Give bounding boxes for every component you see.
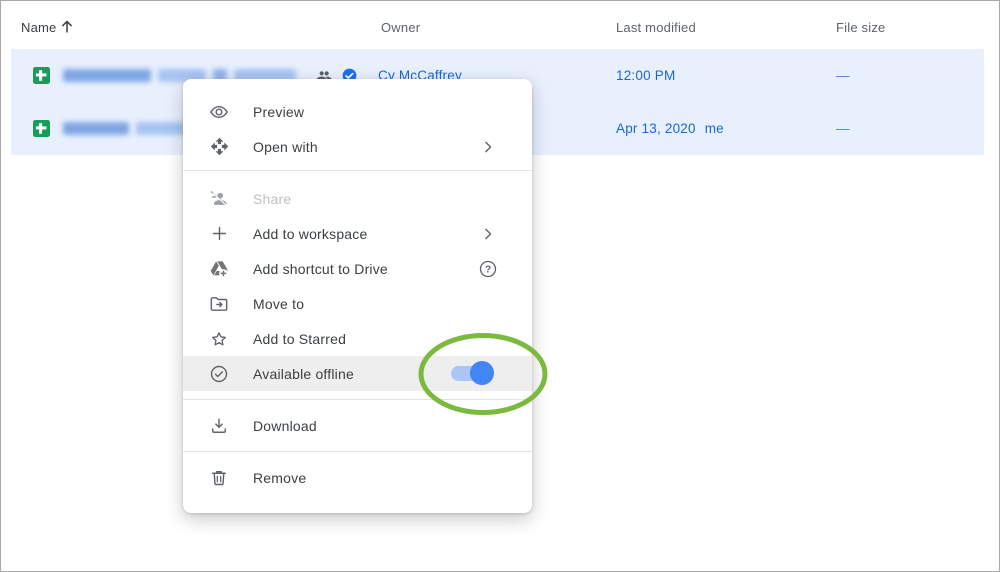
star-icon	[209, 329, 229, 349]
offline-pin-icon	[209, 364, 229, 384]
column-header-last-modified[interactable]: Last modified	[616, 20, 696, 35]
help-glyph: ?	[485, 264, 491, 275]
column-header-owner[interactable]: Owner	[381, 20, 420, 35]
column-header-file-size[interactable]: File size	[836, 20, 885, 35]
menu-item-label: Share	[253, 191, 291, 207]
menu-item-share: Share	[183, 181, 532, 216]
last-modified-cell: Apr 13, 2020 me	[616, 121, 724, 136]
menu-item-label: Download	[253, 418, 317, 434]
menu-item-remove[interactable]: Remove	[183, 460, 532, 495]
trash-icon	[209, 468, 229, 488]
open-with-icon	[209, 137, 229, 157]
plus-icon	[209, 224, 229, 244]
eye-icon	[209, 102, 229, 122]
sort-ascending-icon[interactable]	[57, 16, 77, 36]
menu-item-label: Add to workspace	[253, 226, 367, 242]
help-icon[interactable]: ?	[478, 259, 498, 279]
file-size-cell: —	[836, 68, 850, 83]
last-modified-cell: 12:00 PM	[616, 68, 675, 83]
drive-file-list-window: Name Owner Last modified File size	[0, 0, 1000, 572]
menu-item-label: Available offline	[253, 366, 354, 382]
menu-item-add-shortcut-to-drive[interactable]: Add shortcut to Drive ?	[183, 251, 532, 286]
menu-item-move-to[interactable]: Move to	[183, 286, 532, 321]
toggle-knob	[470, 361, 494, 385]
column-header-name[interactable]: Name	[21, 20, 56, 35]
menu-item-open-with[interactable]: Open with	[183, 129, 532, 164]
share-disabled-icon	[209, 189, 229, 209]
menu-group-remove: Remove	[183, 452, 532, 513]
menu-item-preview[interactable]: Preview	[183, 94, 532, 129]
menu-item-label: Move to	[253, 296, 304, 312]
menu-item-label: Preview	[253, 104, 304, 120]
menu-item-label: Add shortcut to Drive	[253, 261, 388, 277]
menu-item-label: Add to Starred	[253, 331, 346, 347]
menu-group-organize: Share Add to workspace	[183, 171, 532, 399]
file-size-cell: —	[836, 121, 850, 136]
drive-shortcut-icon	[209, 259, 229, 279]
google-sheets-icon	[33, 120, 50, 137]
modified-by: me	[705, 121, 724, 136]
google-sheets-icon	[33, 67, 50, 84]
menu-item-label: Remove	[253, 470, 306, 486]
modified-date: Apr 13, 2020	[616, 121, 696, 136]
redacted-file-name	[63, 122, 186, 135]
download-icon	[209, 416, 229, 436]
available-offline-toggle[interactable]	[451, 366, 491, 381]
menu-item-available-offline[interactable]: Available offline	[183, 356, 532, 391]
folder-move-icon	[209, 294, 229, 314]
menu-group-open: Preview Open with	[183, 79, 532, 170]
context-menu: Preview Open with	[183, 79, 532, 513]
menu-item-download[interactable]: Download	[183, 408, 532, 443]
menu-item-add-to-starred[interactable]: Add to Starred	[183, 321, 532, 356]
menu-item-label: Open with	[253, 139, 318, 155]
menu-item-add-to-workspace[interactable]: Add to workspace	[183, 216, 532, 251]
list-header: Name Owner Last modified File size	[1, 1, 999, 49]
submenu-chevron-icon	[478, 224, 498, 244]
menu-group-download: Download	[183, 400, 532, 451]
submenu-chevron-icon	[478, 137, 498, 157]
